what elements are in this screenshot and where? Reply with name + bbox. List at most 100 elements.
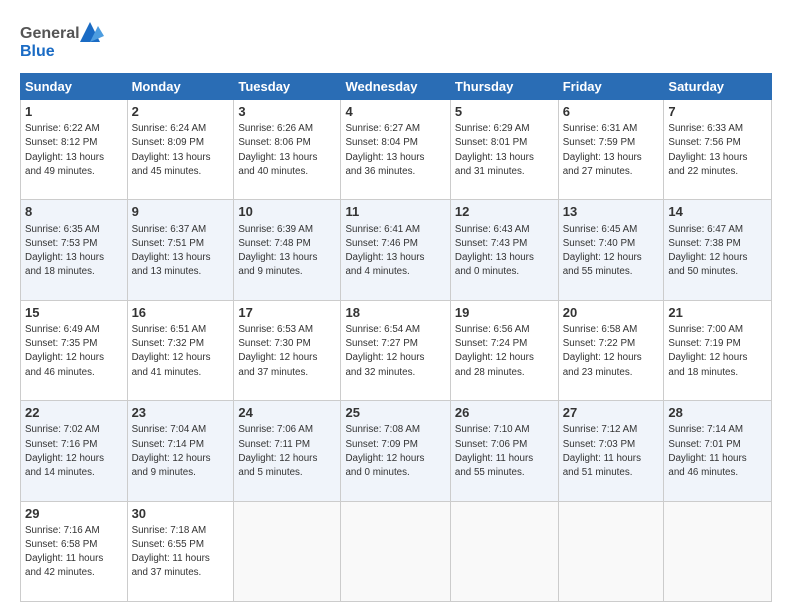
day-number: 30	[132, 505, 230, 523]
calendar-cell: 14Sunrise: 6:47 AM Sunset: 7:38 PM Dayli…	[664, 200, 772, 300]
calendar-cell: 25Sunrise: 7:08 AM Sunset: 7:09 PM Dayli…	[341, 401, 450, 501]
day-info: Sunrise: 6:53 AM Sunset: 7:30 PM Dayligh…	[238, 323, 336, 380]
day-number: 18	[345, 304, 445, 322]
calendar-cell: 9 Sunrise: 6:37 AM Sunset: 7:51 PM Daylig…	[127, 200, 234, 300]
day-number: 11	[345, 203, 445, 221]
day-number: 10	[238, 203, 336, 221]
day-number: 9	[132, 203, 230, 221]
day-info: Sunrise: 6:29 AM Sunset: 8:01 PM Dayligh…	[455, 122, 554, 179]
day-info: Sunrise: 7:02 AM Sunset: 7:16 PM Dayligh…	[25, 423, 123, 480]
day-number: 26	[455, 404, 554, 422]
day-number: 5	[455, 103, 554, 121]
calendar-cell: 23Sunrise: 7:04 AM Sunset: 7:14 PM Dayli…	[127, 401, 234, 501]
calendar-row-2: 8 Sunrise: 6:35 AM Sunset: 7:53 PM Daylig…	[21, 200, 772, 300]
calendar-cell: 3Sunrise: 6:26 AM Sunset: 8:06 PM Daylig…	[234, 100, 341, 200]
calendar-table: SundayMondayTuesdayWednesdayThursdayFrid…	[20, 73, 772, 602]
calendar-cell	[450, 501, 558, 601]
calendar-cell: 30Sunrise: 7:18 AM Sunset: 6:55 PM Dayli…	[127, 501, 234, 601]
calendar-cell	[664, 501, 772, 601]
day-info: Sunrise: 6:22 AM Sunset: 8:12 PM Dayligh…	[25, 122, 123, 179]
day-number: 3	[238, 103, 336, 121]
calendar-header-friday: Friday	[558, 74, 664, 100]
svg-text:General: General	[20, 25, 80, 42]
calendar-cell: 18Sunrise: 6:54 AM Sunset: 7:27 PM Dayli…	[341, 300, 450, 400]
calendar-cell: 10 Sunrise: 6:39 AM Sunset: 7:48 PM Dayli…	[234, 200, 341, 300]
calendar-cell: 27Sunrise: 7:12 AM Sunset: 7:03 PM Dayli…	[558, 401, 664, 501]
calendar-cell	[558, 501, 664, 601]
calendar-cell: 11 Sunrise: 6:41 AM Sunset: 7:46 PM Dayli…	[341, 200, 450, 300]
calendar-row-5: 29Sunrise: 7:16 AM Sunset: 6:58 PM Dayli…	[21, 501, 772, 601]
svg-text:Blue: Blue	[20, 43, 55, 60]
day-number: 17	[238, 304, 336, 322]
calendar-cell: 29Sunrise: 7:16 AM Sunset: 6:58 PM Dayli…	[21, 501, 128, 601]
day-info: Sunrise: 6:54 AM Sunset: 7:27 PM Dayligh…	[345, 323, 445, 380]
day-info: Sunrise: 6:35 AM Sunset: 7:53 PM Dayligh…	[25, 223, 123, 280]
calendar-row-4: 22Sunrise: 7:02 AM Sunset: 7:16 PM Dayli…	[21, 401, 772, 501]
calendar-cell: 12 Sunrise: 6:43 AM Sunset: 7:43 PM Dayli…	[450, 200, 558, 300]
calendar-header-tuesday: Tuesday	[234, 74, 341, 100]
day-info: Sunrise: 7:12 AM Sunset: 7:03 PM Dayligh…	[563, 423, 660, 480]
calendar-cell: 24Sunrise: 7:06 AM Sunset: 7:11 PM Dayli…	[234, 401, 341, 501]
day-number: 21	[668, 304, 767, 322]
calendar-cell: 4Sunrise: 6:27 AM Sunset: 8:04 PM Daylig…	[341, 100, 450, 200]
day-number: 8	[25, 203, 123, 221]
calendar-cell: 28Sunrise: 7:14 AM Sunset: 7:01 PM Dayli…	[664, 401, 772, 501]
day-info: Sunrise: 7:06 AM Sunset: 7:11 PM Dayligh…	[238, 423, 336, 480]
calendar-cell: 6Sunrise: 6:31 AM Sunset: 7:59 PM Daylig…	[558, 100, 664, 200]
day-info: Sunrise: 6:45 AM Sunset: 7:40 PM Dayligh…	[563, 223, 660, 280]
day-info: Sunrise: 6:58 AM Sunset: 7:22 PM Dayligh…	[563, 323, 660, 380]
day-number: 19	[455, 304, 554, 322]
day-info: Sunrise: 6:51 AM Sunset: 7:32 PM Dayligh…	[132, 323, 230, 380]
day-info: Sunrise: 7:10 AM Sunset: 7:06 PM Dayligh…	[455, 423, 554, 480]
calendar-cell	[341, 501, 450, 601]
day-info: Sunrise: 6:26 AM Sunset: 8:06 PM Dayligh…	[238, 122, 336, 179]
calendar-row-3: 15Sunrise: 6:49 AM Sunset: 7:35 PM Dayli…	[21, 300, 772, 400]
calendar-cell: 15Sunrise: 6:49 AM Sunset: 7:35 PM Dayli…	[21, 300, 128, 400]
day-number: 2	[132, 103, 230, 121]
day-info: Sunrise: 6:24 AM Sunset: 8:09 PM Dayligh…	[132, 122, 230, 179]
calendar-cell: 21Sunrise: 7:00 AM Sunset: 7:19 PM Dayli…	[664, 300, 772, 400]
day-number: 1	[25, 103, 123, 121]
calendar-cell: 1Sunrise: 6:22 AM Sunset: 8:12 PM Daylig…	[21, 100, 128, 200]
day-number: 23	[132, 404, 230, 422]
day-info: Sunrise: 6:56 AM Sunset: 7:24 PM Dayligh…	[455, 323, 554, 380]
day-info: Sunrise: 6:49 AM Sunset: 7:35 PM Dayligh…	[25, 323, 123, 380]
day-info: Sunrise: 6:37 AM Sunset: 7:51 PM Dayligh…	[132, 223, 230, 280]
calendar-cell: 13 Sunrise: 6:45 AM Sunset: 7:40 PM Dayli…	[558, 200, 664, 300]
calendar-row-1: 1Sunrise: 6:22 AM Sunset: 8:12 PM Daylig…	[21, 100, 772, 200]
calendar-header-monday: Monday	[127, 74, 234, 100]
day-number: 13	[563, 203, 660, 221]
day-info: Sunrise: 7:18 AM Sunset: 6:55 PM Dayligh…	[132, 524, 230, 581]
calendar-cell: 26Sunrise: 7:10 AM Sunset: 7:06 PM Dayli…	[450, 401, 558, 501]
day-number: 28	[668, 404, 767, 422]
day-number: 22	[25, 404, 123, 422]
day-info: Sunrise: 7:14 AM Sunset: 7:01 PM Dayligh…	[668, 423, 767, 480]
calendar-cell	[234, 501, 341, 601]
day-number: 4	[345, 103, 445, 121]
day-number: 27	[563, 404, 660, 422]
calendar-header-row: SundayMondayTuesdayWednesdayThursdayFrid…	[21, 74, 772, 100]
calendar-header-saturday: Saturday	[664, 74, 772, 100]
day-number: 15	[25, 304, 123, 322]
day-info: Sunrise: 6:33 AM Sunset: 7:56 PM Dayligh…	[668, 122, 767, 179]
calendar-header-thursday: Thursday	[450, 74, 558, 100]
calendar-cell: 2Sunrise: 6:24 AM Sunset: 8:09 PM Daylig…	[127, 100, 234, 200]
day-info: Sunrise: 6:39 AM Sunset: 7:48 PM Dayligh…	[238, 223, 336, 280]
day-info: Sunrise: 7:04 AM Sunset: 7:14 PM Dayligh…	[132, 423, 230, 480]
day-number: 29	[25, 505, 123, 523]
day-number: 14	[668, 203, 767, 221]
calendar-cell: 8 Sunrise: 6:35 AM Sunset: 7:53 PM Daylig…	[21, 200, 128, 300]
calendar-cell: 16Sunrise: 6:51 AM Sunset: 7:32 PM Dayli…	[127, 300, 234, 400]
calendar-cell: 5Sunrise: 6:29 AM Sunset: 8:01 PM Daylig…	[450, 100, 558, 200]
day-info: Sunrise: 6:43 AM Sunset: 7:43 PM Dayligh…	[455, 223, 554, 280]
calendar-cell: 19Sunrise: 6:56 AM Sunset: 7:24 PM Dayli…	[450, 300, 558, 400]
day-number: 12	[455, 203, 554, 221]
day-number: 25	[345, 404, 445, 422]
calendar-cell: 7Sunrise: 6:33 AM Sunset: 7:56 PM Daylig…	[664, 100, 772, 200]
calendar-header-sunday: Sunday	[21, 74, 128, 100]
day-info: Sunrise: 6:41 AM Sunset: 7:46 PM Dayligh…	[345, 223, 445, 280]
day-info: Sunrise: 7:08 AM Sunset: 7:09 PM Dayligh…	[345, 423, 445, 480]
day-number: 20	[563, 304, 660, 322]
day-info: Sunrise: 7:00 AM Sunset: 7:19 PM Dayligh…	[668, 323, 767, 380]
calendar-header-wednesday: Wednesday	[341, 74, 450, 100]
